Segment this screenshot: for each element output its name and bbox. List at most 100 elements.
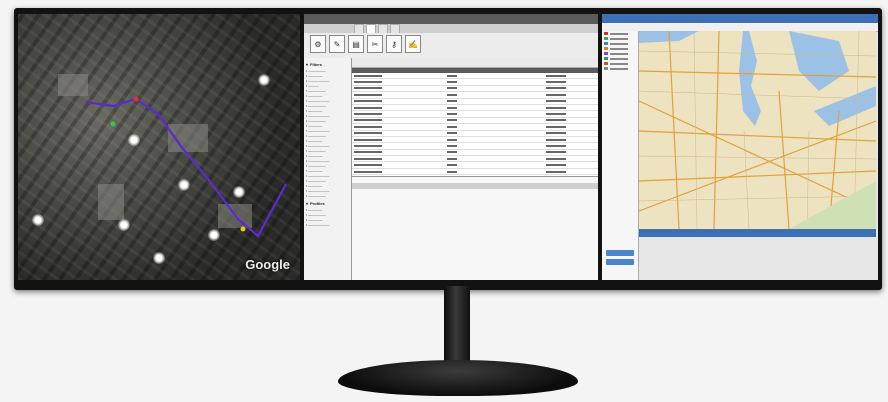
tree-section-filters[interactable]: ▾ Filters <box>306 62 349 67</box>
layer-label-placeholder <box>610 62 628 65</box>
navigation-tree: ▾ Filters • ————— • ———— • —————— • ——— … <box>304 58 352 280</box>
road-map[interactable] <box>639 31 876 229</box>
marker-pin[interactable] <box>128 134 140 146</box>
cell-text-placeholder <box>354 138 382 141</box>
road-map-drawing <box>639 31 876 229</box>
marker-pin[interactable] <box>178 179 190 191</box>
triple-monitor: Google ⚙ ✎ ▤ ✂ ⚷ ✍ ▾ Filters • ————— • —… <box>14 8 882 290</box>
right-screen-map-app <box>602 14 878 280</box>
layer-color-swatch <box>604 52 608 55</box>
marker-pin[interactable] <box>258 74 270 86</box>
gear-icon[interactable]: ⚙ <box>310 35 326 53</box>
results-table <box>352 68 598 182</box>
layer-color-swatch <box>604 37 608 40</box>
tools-icon[interactable]: ✂ <box>367 35 383 53</box>
wrench-icon[interactable]: ✎ <box>329 35 345 53</box>
cell-text-placeholder <box>354 170 382 173</box>
cell-text-placeholder <box>545 106 566 109</box>
cell-text-placeholder <box>447 144 458 147</box>
marker-pin[interactable] <box>208 229 220 241</box>
cell-text-placeholder <box>354 81 382 84</box>
cell-text-placeholder <box>447 81 458 84</box>
cell-text-placeholder <box>447 170 458 173</box>
cell-text-placeholder <box>354 144 382 147</box>
profile-icon: ▾ <box>306 201 309 206</box>
cell-text-placeholder <box>447 106 458 109</box>
cell-text-placeholder <box>447 125 458 128</box>
middle-screen-app-window: ⚙ ✎ ▤ ✂ ⚷ ✍ ▾ Filters • ————— • ———— • —… <box>304 14 598 280</box>
layer-row[interactable] <box>602 66 638 71</box>
cell-text-placeholder <box>545 157 566 160</box>
cell-text-placeholder <box>354 125 382 128</box>
marker-pin[interactable] <box>153 252 165 264</box>
tab[interactable] <box>378 24 388 33</box>
route-path <box>85 96 287 238</box>
marker-pin[interactable] <box>118 219 130 231</box>
cell-text-placeholder <box>545 119 566 122</box>
layer-label-placeholder <box>610 32 628 35</box>
cell-text-placeholder <box>354 119 382 122</box>
cell-text-placeholder <box>447 132 458 135</box>
cell-text-placeholder <box>545 113 566 116</box>
filter-icon: ▾ <box>306 62 309 67</box>
key-icon[interactable]: ⚷ <box>386 35 402 53</box>
cell-text-placeholder <box>545 100 566 103</box>
cell-text-placeholder <box>545 125 566 128</box>
layer-label-placeholder <box>610 52 628 55</box>
tab-active[interactable] <box>366 24 376 33</box>
edit-icon[interactable]: ✍ <box>405 35 421 53</box>
side-action-button[interactable] <box>606 250 634 256</box>
tree-section-profiles[interactable]: ▾ Profiles <box>306 201 349 206</box>
toolbar: ⚙ ✎ ▤ ✂ ⚷ ✍ <box>304 33 598 60</box>
tab[interactable] <box>390 24 400 33</box>
layer-label-placeholder <box>610 47 628 50</box>
left-screen-map-3d[interactable]: Google <box>18 14 300 280</box>
layer-label-placeholder <box>610 57 628 60</box>
cell-text-placeholder <box>545 93 566 96</box>
layer-color-swatch <box>604 32 608 35</box>
cell-text-placeholder <box>354 151 382 154</box>
marker-pin[interactable] <box>32 214 44 226</box>
side-action-button[interactable] <box>606 259 634 265</box>
cell-text-placeholder <box>447 74 458 77</box>
tree-section-label: Profiles <box>310 201 325 206</box>
window-titlebar <box>304 14 598 24</box>
detail-line <box>352 195 598 201</box>
status-footer <box>639 229 876 237</box>
cell-text-placeholder <box>354 87 382 90</box>
cell-text-placeholder <box>354 164 382 167</box>
tab[interactable] <box>354 24 364 33</box>
tab-row <box>304 24 598 33</box>
layer-color-swatch <box>604 62 608 65</box>
cell-text-placeholder <box>447 157 458 160</box>
tree-item[interactable]: • ————— <box>306 194 349 199</box>
cell-text-placeholder <box>545 132 566 135</box>
cell-text-placeholder <box>447 138 458 141</box>
layer-label-placeholder <box>610 67 628 70</box>
marker-pin[interactable] <box>233 186 245 198</box>
layer-list <box>602 31 639 280</box>
side-label <box>606 243 634 247</box>
cell-text-placeholder <box>354 132 382 135</box>
layer-label-placeholder <box>610 42 628 45</box>
cell-text-placeholder <box>447 164 458 167</box>
cell-text-placeholder <box>447 119 458 122</box>
cell-text-placeholder <box>545 87 566 90</box>
cell-text-placeholder <box>447 87 458 90</box>
tree-section-label: Filters <box>310 62 323 67</box>
cell-text-placeholder <box>354 100 382 103</box>
chart-icon[interactable]: ▤ <box>348 35 364 53</box>
cell-text-placeholder <box>545 81 566 84</box>
cell-text-placeholder <box>545 74 566 77</box>
cell-text-placeholder <box>354 74 382 77</box>
cell-text-placeholder <box>354 157 382 160</box>
cell-text-placeholder <box>447 93 458 96</box>
cell-text-placeholder <box>545 144 566 147</box>
layer-color-swatch <box>604 42 608 45</box>
tree-item[interactable]: • —————— <box>306 223 349 228</box>
cell-text-placeholder <box>545 151 566 154</box>
cell-text-placeholder <box>354 113 382 116</box>
cell-text-placeholder <box>354 93 382 96</box>
window-titlebar <box>602 14 878 23</box>
detail-pane <box>352 176 598 280</box>
